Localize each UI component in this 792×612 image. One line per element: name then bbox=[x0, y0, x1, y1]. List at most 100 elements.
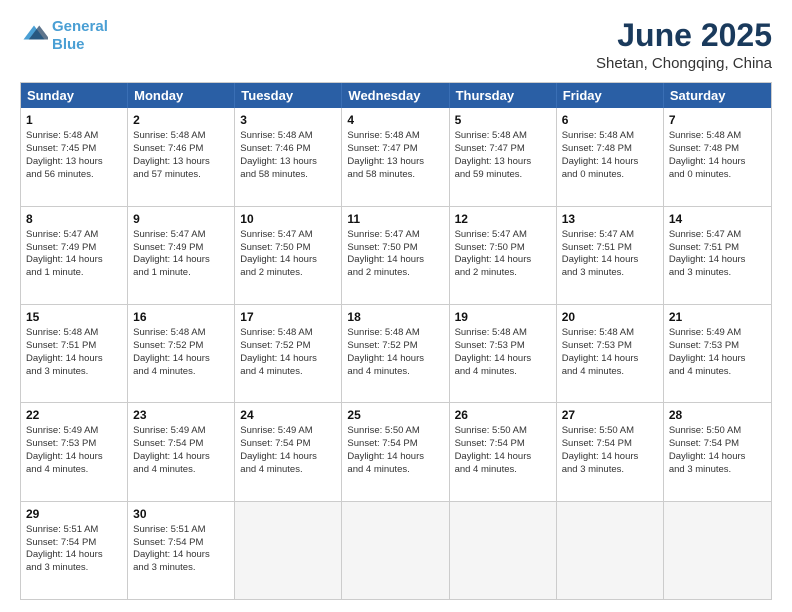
day-info-line: Sunrise: 5:48 AM bbox=[347, 327, 443, 340]
day-info-line: and 2 minutes. bbox=[240, 267, 336, 280]
day-info-line: Sunset: 7:52 PM bbox=[347, 340, 443, 353]
day-info-line: Daylight: 14 hours bbox=[133, 549, 229, 562]
day-info-line: and 3 minutes. bbox=[26, 366, 122, 379]
day-info-line: Daylight: 13 hours bbox=[347, 156, 443, 169]
cal-cell-3-1: 15Sunrise: 5:48 AMSunset: 7:51 PMDayligh… bbox=[21, 305, 128, 402]
day-info-line: Sunset: 7:53 PM bbox=[26, 438, 122, 451]
header-sunday: Sunday bbox=[21, 83, 128, 108]
cal-cell-4-5: 26Sunrise: 5:50 AMSunset: 7:54 PMDayligh… bbox=[450, 403, 557, 500]
day-info-line: Daylight: 13 hours bbox=[455, 156, 551, 169]
cal-week-4: 22Sunrise: 5:49 AMSunset: 7:53 PMDayligh… bbox=[21, 403, 771, 501]
cal-cell-3-5: 19Sunrise: 5:48 AMSunset: 7:53 PMDayligh… bbox=[450, 305, 557, 402]
cal-cell-2-3: 10Sunrise: 5:47 AMSunset: 7:50 PMDayligh… bbox=[235, 207, 342, 304]
day-info-line: and 4 minutes. bbox=[347, 366, 443, 379]
day-info-line: Sunset: 7:50 PM bbox=[240, 242, 336, 255]
day-info-line: Daylight: 14 hours bbox=[455, 451, 551, 464]
day-number: 26 bbox=[455, 407, 551, 423]
day-info-line: Sunrise: 5:50 AM bbox=[455, 425, 551, 438]
day-info-line: Daylight: 14 hours bbox=[347, 451, 443, 464]
day-number: 20 bbox=[562, 309, 658, 325]
cal-cell-4-3: 24Sunrise: 5:49 AMSunset: 7:54 PMDayligh… bbox=[235, 403, 342, 500]
day-info-line: Daylight: 14 hours bbox=[26, 254, 122, 267]
day-number: 28 bbox=[669, 407, 766, 423]
calendar-header: Sunday Monday Tuesday Wednesday Thursday… bbox=[21, 83, 771, 108]
day-info-line: Sunset: 7:54 PM bbox=[133, 438, 229, 451]
cal-cell-1-2: 2Sunrise: 5:48 AMSunset: 7:46 PMDaylight… bbox=[128, 108, 235, 205]
day-info-line: and 4 minutes. bbox=[133, 366, 229, 379]
day-info-line: Sunset: 7:46 PM bbox=[133, 143, 229, 156]
header-tuesday: Tuesday bbox=[235, 83, 342, 108]
cal-cell-3-4: 18Sunrise: 5:48 AMSunset: 7:52 PMDayligh… bbox=[342, 305, 449, 402]
day-info-line: Daylight: 14 hours bbox=[455, 353, 551, 366]
day-info-line: and 4 minutes. bbox=[455, 366, 551, 379]
day-info-line: Sunset: 7:51 PM bbox=[26, 340, 122, 353]
day-number: 29 bbox=[26, 506, 122, 522]
day-number: 5 bbox=[455, 112, 551, 128]
day-info-line: and 59 minutes. bbox=[455, 169, 551, 182]
day-info-line: and 3 minutes. bbox=[669, 267, 766, 280]
day-info-line: Daylight: 14 hours bbox=[562, 353, 658, 366]
day-info-line: and 4 minutes. bbox=[26, 464, 122, 477]
day-number: 12 bbox=[455, 211, 551, 227]
cal-cell-2-1: 8Sunrise: 5:47 AMSunset: 7:49 PMDaylight… bbox=[21, 207, 128, 304]
day-info-line: Sunrise: 5:48 AM bbox=[455, 130, 551, 143]
day-info-line: Daylight: 14 hours bbox=[347, 254, 443, 267]
day-info-line: Sunset: 7:53 PM bbox=[455, 340, 551, 353]
cal-cell-2-2: 9Sunrise: 5:47 AMSunset: 7:49 PMDaylight… bbox=[128, 207, 235, 304]
day-info-line: Sunrise: 5:50 AM bbox=[669, 425, 766, 438]
cal-cell-2-6: 13Sunrise: 5:47 AMSunset: 7:51 PMDayligh… bbox=[557, 207, 664, 304]
day-info-line: Daylight: 14 hours bbox=[669, 156, 766, 169]
cal-cell-3-7: 21Sunrise: 5:49 AMSunset: 7:53 PMDayligh… bbox=[664, 305, 771, 402]
cal-week-1: 1Sunrise: 5:48 AMSunset: 7:45 PMDaylight… bbox=[21, 108, 771, 206]
day-info-line: and 3 minutes. bbox=[133, 562, 229, 575]
day-info-line: and 58 minutes. bbox=[347, 169, 443, 182]
day-info-line: Daylight: 14 hours bbox=[669, 353, 766, 366]
cal-cell-1-5: 5Sunrise: 5:48 AMSunset: 7:47 PMDaylight… bbox=[450, 108, 557, 205]
day-number: 4 bbox=[347, 112, 443, 128]
day-info-line: and 3 minutes. bbox=[562, 267, 658, 280]
day-number: 9 bbox=[133, 211, 229, 227]
day-info-line: Sunrise: 5:48 AM bbox=[562, 130, 658, 143]
cal-cell-2-4: 11Sunrise: 5:47 AMSunset: 7:50 PMDayligh… bbox=[342, 207, 449, 304]
day-info-line: Sunset: 7:54 PM bbox=[133, 537, 229, 550]
header-friday: Friday bbox=[557, 83, 664, 108]
cal-cell-3-6: 20Sunrise: 5:48 AMSunset: 7:53 PMDayligh… bbox=[557, 305, 664, 402]
day-number: 21 bbox=[669, 309, 766, 325]
day-info-line: and 4 minutes. bbox=[455, 464, 551, 477]
day-info-line: Sunset: 7:53 PM bbox=[669, 340, 766, 353]
day-info-line: Sunset: 7:52 PM bbox=[133, 340, 229, 353]
day-info-line: Sunrise: 5:48 AM bbox=[240, 327, 336, 340]
cal-cell-2-7: 14Sunrise: 5:47 AMSunset: 7:51 PMDayligh… bbox=[664, 207, 771, 304]
day-info-line: Sunset: 7:54 PM bbox=[240, 438, 336, 451]
day-info-line: Sunrise: 5:48 AM bbox=[240, 130, 336, 143]
day-number: 27 bbox=[562, 407, 658, 423]
cal-cell-5-6 bbox=[557, 502, 664, 599]
day-number: 19 bbox=[455, 309, 551, 325]
day-info-line: Sunrise: 5:48 AM bbox=[26, 130, 122, 143]
day-info-line: Sunset: 7:49 PM bbox=[133, 242, 229, 255]
day-info-line: Sunset: 7:46 PM bbox=[240, 143, 336, 156]
day-info-line: Daylight: 14 hours bbox=[347, 353, 443, 366]
day-number: 23 bbox=[133, 407, 229, 423]
cal-week-3: 15Sunrise: 5:48 AMSunset: 7:51 PMDayligh… bbox=[21, 305, 771, 403]
day-info-line: Sunset: 7:45 PM bbox=[26, 143, 122, 156]
day-number: 30 bbox=[133, 506, 229, 522]
day-info-line: Sunrise: 5:47 AM bbox=[26, 229, 122, 242]
day-info-line: Daylight: 13 hours bbox=[26, 156, 122, 169]
day-info-line: and 4 minutes. bbox=[562, 366, 658, 379]
day-number: 24 bbox=[240, 407, 336, 423]
day-info-line: Sunset: 7:48 PM bbox=[669, 143, 766, 156]
cal-cell-1-7: 7Sunrise: 5:48 AMSunset: 7:48 PMDaylight… bbox=[664, 108, 771, 205]
day-info-line: Daylight: 14 hours bbox=[240, 451, 336, 464]
day-info-line: Sunrise: 5:50 AM bbox=[347, 425, 443, 438]
cal-cell-4-4: 25Sunrise: 5:50 AMSunset: 7:54 PMDayligh… bbox=[342, 403, 449, 500]
header-thursday: Thursday bbox=[450, 83, 557, 108]
day-info-line: Sunrise: 5:47 AM bbox=[455, 229, 551, 242]
day-info-line: and 3 minutes. bbox=[669, 464, 766, 477]
logo: General Blue bbox=[20, 18, 108, 54]
day-info-line: Daylight: 14 hours bbox=[133, 254, 229, 267]
logo-text: General Blue bbox=[52, 18, 108, 54]
day-number: 7 bbox=[669, 112, 766, 128]
day-info-line: Daylight: 14 hours bbox=[133, 451, 229, 464]
day-info-line: and 58 minutes. bbox=[240, 169, 336, 182]
